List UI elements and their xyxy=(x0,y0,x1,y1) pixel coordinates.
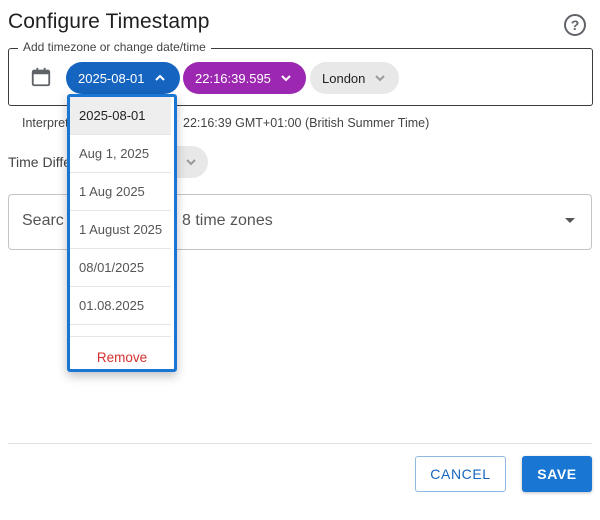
remove-date-button[interactable]: Remove xyxy=(70,337,174,377)
date-format-option[interactable]: 1 August 2025 xyxy=(70,211,171,249)
menu-divider xyxy=(70,325,171,337)
time-chip[interactable]: 22:16:39.595 xyxy=(183,62,306,94)
date-format-option[interactable]: 2025-08-01 xyxy=(70,97,171,135)
caret-down-icon[interactable] xyxy=(565,218,575,223)
date-format-menu: 2025-08-01 Aug 1, 2025 1 Aug 2025 1 Augu… xyxy=(67,94,177,372)
date-format-option[interactable]: 1 Aug 2025 xyxy=(70,173,171,211)
chevron-up-icon xyxy=(154,74,165,81)
dialog-title: Configure Timestamp xyxy=(8,10,210,33)
calendar-icon[interactable] xyxy=(30,66,52,88)
date-format-option[interactable]: Aug 1, 2025 xyxy=(70,135,171,173)
date-format-option[interactable]: 08/01/2025 xyxy=(70,249,171,287)
interpretation-label: Interpret xyxy=(22,116,69,130)
chevron-down-icon xyxy=(281,75,291,82)
time-chip-label: 22:16:39.595 xyxy=(195,70,271,86)
timezone-chip-label: London xyxy=(322,70,366,86)
timezone-chip[interactable]: London xyxy=(310,62,399,94)
actions-divider xyxy=(8,443,592,444)
fieldset-legend: Add timezone or change date/time xyxy=(18,40,211,54)
search-placeholder: Searc xyxy=(22,212,64,229)
chevron-down-icon xyxy=(375,75,386,82)
cancel-button[interactable]: CANCEL xyxy=(415,456,506,492)
interpretation-value: 22:16:39 GMT+01:00 (British Summer Time) xyxy=(183,116,430,130)
date-chip[interactable]: 2025-08-01 xyxy=(66,62,180,94)
chevron-down-icon xyxy=(186,159,196,166)
date-chip-label: 2025-08-01 xyxy=(78,70,145,86)
date-format-option[interactable]: 01.08.2025 xyxy=(70,287,171,325)
search-placeholder-tail: 8 time zones xyxy=(182,212,273,229)
time-difference-label: Time Diffe xyxy=(8,154,72,170)
help-icon[interactable]: ? xyxy=(564,14,586,36)
save-button[interactable]: SAVE xyxy=(522,456,592,492)
